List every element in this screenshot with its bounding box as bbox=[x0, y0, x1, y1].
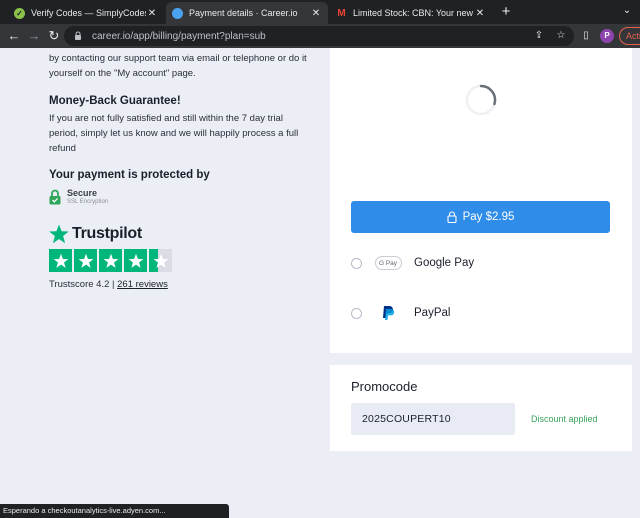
secure-title: Secure bbox=[67, 188, 98, 198]
browser-tab-strip: ✓ Verify Codes — SimplyCodes ✕ Payment d… bbox=[0, 0, 640, 24]
tab-career-io[interactable]: Payment details · Career.io ✕ bbox=[166, 2, 328, 24]
paypal-radio[interactable] bbox=[351, 307, 362, 319]
tab-title: Limited Stock: CBN: Your new fav bbox=[353, 8, 474, 18]
back-arrow-icon[interactable]: ← bbox=[6, 28, 22, 44]
pay-button-label: Pay $2.95 bbox=[462, 211, 515, 223]
google-pay-radio[interactable] bbox=[351, 257, 362, 269]
payment-method-google-pay[interactable]: G Pay Google Pay bbox=[351, 250, 611, 276]
padlock-icon bbox=[49, 189, 61, 204]
paypal-icon bbox=[374, 305, 402, 321]
loading-spinner-icon bbox=[465, 84, 497, 116]
trustscore-label: Trustscore 4.2 bbox=[49, 279, 110, 290]
tab-simplycodes[interactable]: ✓ Verify Codes — SimplyCodes ✕ bbox=[8, 2, 164, 24]
reviews-link[interactable]: 261 reviews bbox=[117, 279, 168, 290]
close-icon[interactable]: ✕ bbox=[310, 8, 322, 19]
close-icon[interactable]: ✕ bbox=[474, 8, 486, 19]
pay-button[interactable]: Pay $2.95 bbox=[351, 201, 610, 233]
protection-heading: Your payment is protected by bbox=[49, 169, 210, 181]
rating-star-icon bbox=[74, 249, 97, 272]
trustpilot-rating-stars bbox=[49, 249, 172, 272]
share-icon[interactable]: ⇪ bbox=[532, 29, 546, 43]
star-icon[interactable]: ☆ bbox=[554, 29, 568, 43]
checkmark-icon: ✓ bbox=[14, 7, 25, 19]
url-text: career.io/app/billing/payment?plan=sub bbox=[92, 30, 266, 42]
payment-method-paypal[interactable]: PayPal bbox=[351, 300, 611, 326]
trustpilot-logo: Trustpilot bbox=[49, 224, 142, 244]
tab-title: Payment details · Career.io bbox=[189, 8, 298, 18]
rating-star-icon bbox=[124, 249, 147, 272]
support-text: by contacting our support team via email… bbox=[49, 53, 307, 79]
new-tab-button[interactable]: + bbox=[498, 3, 514, 21]
promocode-input[interactable] bbox=[351, 403, 515, 435]
close-icon[interactable]: ✕ bbox=[146, 8, 158, 19]
reviews-count: 261 bbox=[117, 279, 133, 290]
google-pay-icon: G Pay bbox=[374, 255, 402, 271]
tab-gmail[interactable]: M Limited Stock: CBN: Your new fav ✕ bbox=[330, 2, 492, 24]
trustpilot-brand: Trustpilot bbox=[72, 225, 142, 242]
career-io-icon bbox=[172, 7, 183, 19]
promocode-title: Promocode bbox=[351, 379, 418, 394]
lock-icon bbox=[75, 31, 81, 40]
promocode-card: Promocode Discount applied bbox=[330, 365, 632, 451]
trustscore-separator: | bbox=[112, 279, 115, 290]
trustpilot-star-icon bbox=[49, 224, 69, 244]
rating-star-icon bbox=[99, 249, 122, 272]
paypal-label: PayPal bbox=[414, 307, 451, 319]
forward-arrow-icon[interactable]: → bbox=[26, 28, 42, 44]
google-pay-label: Google Pay bbox=[414, 257, 475, 269]
google-pay-badge: G Pay bbox=[374, 256, 402, 270]
reviews-label: reviews bbox=[135, 279, 168, 290]
trustscore-line: Trustscore 4.2 | 261 reviews bbox=[49, 279, 168, 290]
reload-icon[interactable]: ↻ bbox=[46, 28, 62, 44]
tab-title: Verify Codes — SimplyCodes bbox=[31, 8, 146, 18]
lock-icon bbox=[447, 211, 457, 223]
discount-status: Discount applied bbox=[531, 414, 598, 424]
activate-button[interactable]: Acti bbox=[619, 27, 640, 45]
rating-star-partial-icon bbox=[149, 249, 172, 272]
profile-avatar[interactable]: P bbox=[600, 29, 614, 43]
money-back-heading: Money-Back Guarantee! bbox=[49, 95, 181, 107]
payment-card: Pay $2.95 G Pay Google Pay PayPal bbox=[330, 48, 632, 353]
browser-status-bar: Esperando a checkoutanalytics-live.adyen… bbox=[0, 504, 229, 518]
ssl-badge: Secure SSL Encryption bbox=[49, 188, 108, 205]
gmail-icon: M bbox=[337, 7, 346, 19]
secure-subtitle: SSL Encryption bbox=[67, 199, 109, 205]
rating-star-icon bbox=[49, 249, 72, 272]
checkout-info-column: by contacting our support team via email… bbox=[0, 48, 330, 518]
browser-toolbar: ← → ↻ career.io/app/billing/payment?plan… bbox=[0, 24, 640, 48]
chevron-down-icon[interactable]: ⌄ bbox=[620, 5, 634, 19]
side-panel-icon[interactable]: ▯ bbox=[578, 28, 594, 44]
money-back-text: If you are not fully satisfied and still… bbox=[49, 113, 299, 154]
address-bar[interactable]: career.io/app/billing/payment?plan=sub ⇪… bbox=[64, 26, 574, 46]
